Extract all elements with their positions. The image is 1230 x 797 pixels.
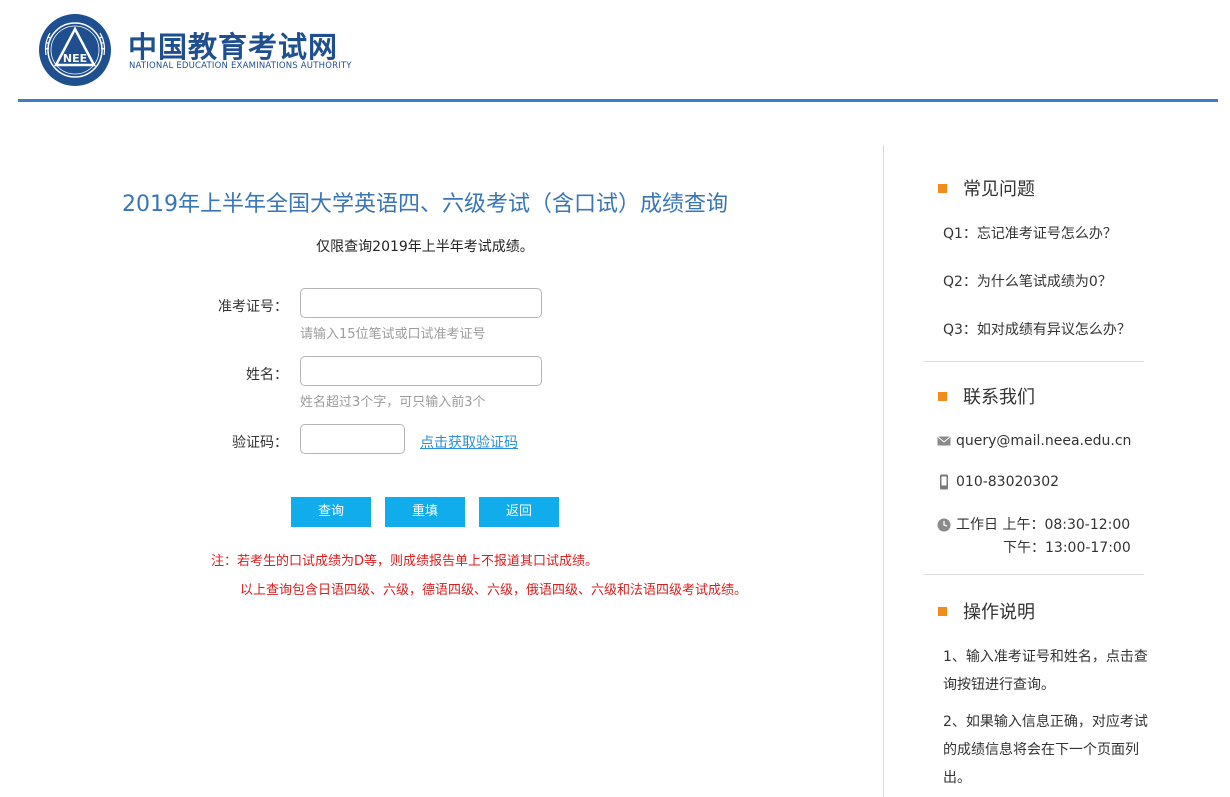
contact-phone-row: 010-83020302: [937, 474, 1059, 490]
contact-email-row: query@mail.neea.edu.cn: [937, 433, 1131, 449]
brand-name-cn: 中国教育考试网: [128, 30, 339, 64]
back-button[interactable]: 返回: [479, 497, 559, 527]
contact-email: query@mail.neea.edu.cn: [956, 433, 1132, 449]
languages-note: 以上查询包含日语四级、六级，德语四级、六级，俄语四级、六级和法语四级考试成绩。: [240, 583, 748, 598]
ticket-number-hint: 请输入15位笔试或口试准考证号: [300, 327, 486, 342]
name-label: 姓名：: [246, 367, 288, 383]
faq-item-1[interactable]: Q1：忘记准考证号怎么办？: [943, 223, 1117, 243]
name-hint: 姓名超过3个字，可只输入前3个: [300, 395, 486, 410]
brand-name-en: NATIONAL EDUCATION EXAMINATIONS AUTHORIT…: [129, 61, 352, 71]
contact-heading: 联系我们: [938, 383, 1035, 409]
contact-hours-am: 工作日 上午：08:30-12:00: [956, 517, 1131, 533]
clock-icon: [937, 518, 951, 532]
logo-text: NEE: [63, 52, 87, 65]
name-input[interactable]: [300, 356, 542, 386]
sidebar-separator: [924, 361, 1144, 362]
faq-heading: 常见问题: [938, 175, 1035, 201]
bullet-square-icon: [938, 183, 947, 193]
faq-item-3[interactable]: Q3：如对成绩有异议怎么办？: [943, 319, 1131, 339]
contact-phone: 010-83020302: [956, 474, 1060, 490]
faq-title: 常见问题: [963, 179, 1035, 200]
phone-icon: [940, 474, 948, 490]
instructions-heading: 操作说明: [938, 598, 1035, 624]
sidebar-divider: [883, 145, 884, 797]
ticket-number-input[interactable]: [300, 288, 542, 318]
contact-hours-row: 工作日 上午：08:30-12:00: [937, 514, 1130, 534]
query-notice: 仅限查询2019年上半年考试成绩。: [316, 239, 534, 255]
oral-exam-note: 注：若考生的口试成绩为D等，则成绩报告单上不报道其口试成绩。: [211, 554, 599, 569]
site-header: NEE 中国教育考试网 NATIONAL EDUCATION EXAMINATI…: [0, 0, 1230, 102]
instructions-title: 操作说明: [963, 602, 1035, 623]
faq-item-2[interactable]: Q2：为什么笔试成绩为0？: [943, 271, 1112, 291]
get-captcha-link[interactable]: 点击获取验证码: [420, 432, 518, 452]
contact-hours-pm: 下午：13:00-17:00: [1003, 540, 1131, 556]
instruction-step-2: 2、如果输入信息正确，对应考试的成绩信息将会在下一个页面列出。: [943, 714, 1148, 786]
header-divider: [18, 99, 1218, 102]
contact-title: 联系我们: [963, 387, 1035, 408]
page-title: 2019年上半年全国大学英语四、六级考试（含口试）成绩查询: [122, 192, 728, 217]
mail-icon: [937, 436, 951, 446]
bullet-square-icon: [938, 606, 947, 616]
instruction-step-1: 1、输入准考证号和姓名，点击查询按钮进行查询。: [943, 649, 1148, 693]
sidebar-separator: [924, 574, 1144, 575]
reset-button[interactable]: 重填: [385, 497, 465, 527]
captcha-label: 验证码：: [232, 435, 288, 451]
captcha-input[interactable]: [300, 424, 405, 454]
bullet-square-icon: [938, 391, 947, 401]
neea-logo-icon[interactable]: NEE: [38, 13, 112, 87]
query-button[interactable]: 查询: [291, 497, 371, 527]
ticket-number-label: 准考证号：: [218, 299, 288, 315]
